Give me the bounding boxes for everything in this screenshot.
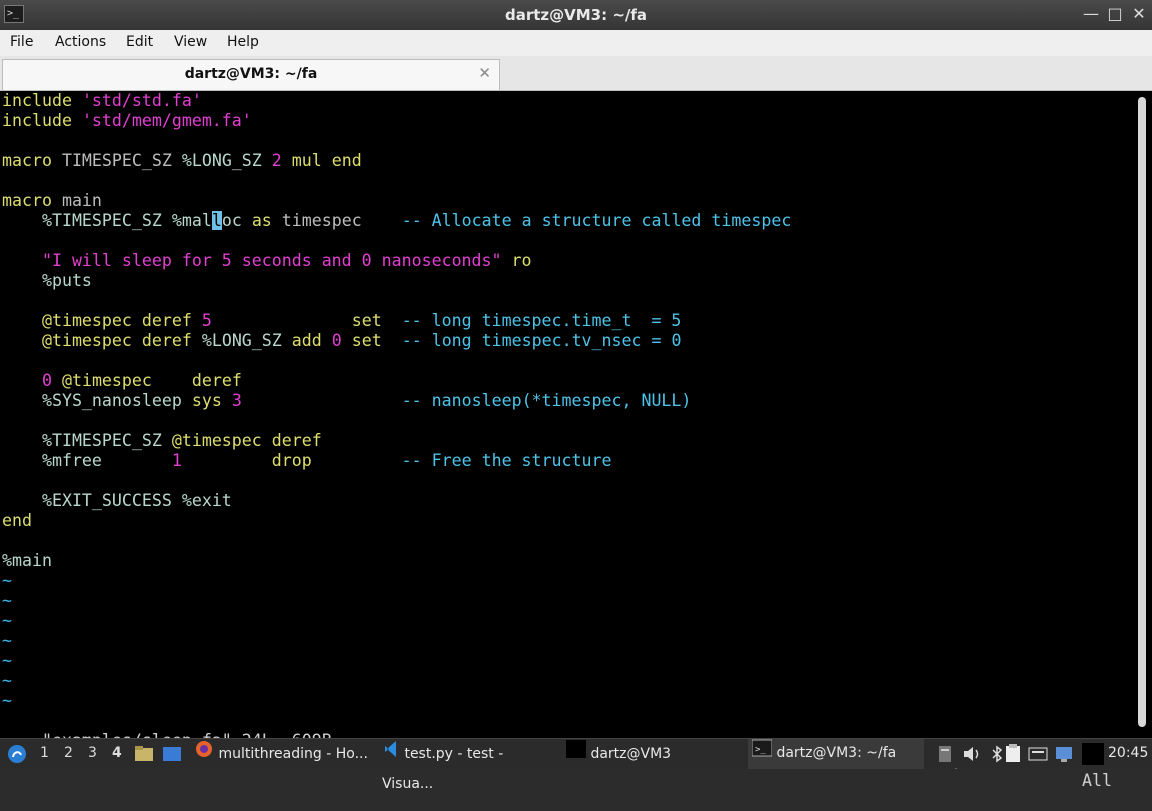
clock: 20:45: [1108, 745, 1149, 761]
code-line: %TIMESPEC_SZ @timespec deref: [41, 431, 322, 450]
menu-edit[interactable]: Edit: [126, 34, 153, 50]
tab-label: dartz@VM3: ~/fa: [184, 66, 318, 82]
minimize-button[interactable]: —: [1080, 3, 1102, 25]
terminal-area[interactable]: include 'std/std.fa' include 'std/mem/gme…: [0, 91, 1152, 790]
menu-view[interactable]: View: [174, 34, 207, 50]
network-icon[interactable]: [1054, 744, 1074, 764]
code-line: %EXIT_SUCCESS %exit: [41, 491, 232, 510]
empty-line-marker: ~: [2, 611, 12, 630]
code-line: end: [2, 511, 32, 530]
desktop-3[interactable]: 3: [88, 739, 97, 769]
code-line: %TIMESPEC_SZ %malloc as timespec -- Allo…: [41, 211, 792, 230]
task-firefox[interactable]: multithreading - Ho...: [194, 739, 370, 769]
maximize-button[interactable]: □: [1104, 3, 1126, 25]
keyboard-icon[interactable]: [1028, 744, 1048, 764]
desktop-2[interactable]: 2: [64, 739, 73, 769]
code-line: include 'std/std.fa': [2, 91, 202, 110]
close-window-button[interactable]: ✕: [1128, 3, 1150, 25]
text-cursor: l: [211, 211, 222, 230]
code-line: @timespec deref %LONG_SZ add 0 set -- lo…: [41, 331, 682, 350]
window-title: dartz@VM3: ~/fa: [504, 6, 648, 24]
empty-line-marker: ~: [2, 651, 12, 670]
desktop-4[interactable]: 4: [112, 739, 122, 769]
svg-text:>_: >_: [755, 745, 766, 755]
window-preview-icon[interactable]: [1082, 743, 1104, 765]
terminal-icon: >_: [751, 739, 773, 768]
code-line: macro TIMESPEC_SZ %LONG_SZ 2 mul end: [2, 151, 362, 170]
task-terminal-1[interactable]: dartz@VM3: [566, 739, 736, 769]
code-line: "I will sleep for 5 seconds and 0 nanose…: [41, 251, 532, 270]
code-line: %puts: [41, 271, 92, 290]
window-titlebar: >_ dartz@VM3: ~/fa — □ ✕: [0, 0, 1152, 30]
code-line: macro main: [2, 191, 102, 210]
menu-actions[interactable]: Actions: [55, 34, 106, 50]
close-icon[interactable]: ✕: [478, 64, 491, 82]
code-line: %main: [2, 551, 52, 570]
desktop-1[interactable]: 1: [40, 739, 49, 769]
code-line: @timespec deref 5 set -- long timespec.t…: [41, 311, 682, 330]
tab-bar: dartz@VM3: ~/fa ✕: [0, 56, 1152, 91]
task-terminal-2[interactable]: >_ dartz@VM3: ~/fa: [748, 739, 924, 769]
firefox-icon: [194, 739, 214, 770]
bluetooth-icon[interactable]: [990, 745, 1004, 763]
vscode-icon: [382, 739, 400, 770]
file-manager-icon[interactable]: [134, 745, 154, 763]
clipboard-manager-icon[interactable]: [1004, 744, 1022, 764]
task-vscode[interactable]: test.py - test - Visua...: [382, 739, 554, 792]
empty-line-marker: ~: [2, 691, 12, 710]
start-menu-icon[interactable]: [6, 743, 28, 765]
tab-terminal[interactable]: dartz@VM3: ~/fa ✕: [2, 59, 500, 90]
code-line: include 'std/mem/gmem.fa': [2, 111, 252, 130]
scrollbar[interactable]: [1138, 97, 1146, 727]
volume-icon[interactable]: [962, 745, 982, 763]
editor-text[interactable]: include 'std/std.fa' include 'std/mem/gme…: [2, 91, 791, 711]
show-desktop-icon[interactable]: [162, 745, 182, 763]
scroll-indicator: All: [1082, 771, 1112, 790]
terminal-icon: [566, 739, 586, 770]
clipboard-icon[interactable]: [938, 745, 952, 763]
empty-line-marker: ~: [2, 671, 12, 690]
menu-file[interactable]: File: [10, 34, 33, 50]
code-line: 0 @timespec deref: [41, 371, 242, 390]
menu-bar: File Actions Edit View Help: [0, 30, 1152, 56]
empty-line-marker: ~: [2, 591, 12, 610]
taskbar: 1 2 3 4 multithreading - Ho... test.py -…: [0, 738, 1152, 792]
code-line: %mfree 1 drop -- Free the structure: [41, 451, 612, 470]
vim-status-line: "examples/sleep.fa" 24L, 609B 7,22 All: [2, 711, 1132, 790]
code-line: %SYS_nanosleep sys 3 -- nanosleep(*times…: [41, 391, 692, 410]
menu-help[interactable]: Help: [227, 34, 259, 50]
empty-line-marker: ~: [2, 631, 12, 650]
empty-line-marker: ~: [2, 571, 12, 590]
